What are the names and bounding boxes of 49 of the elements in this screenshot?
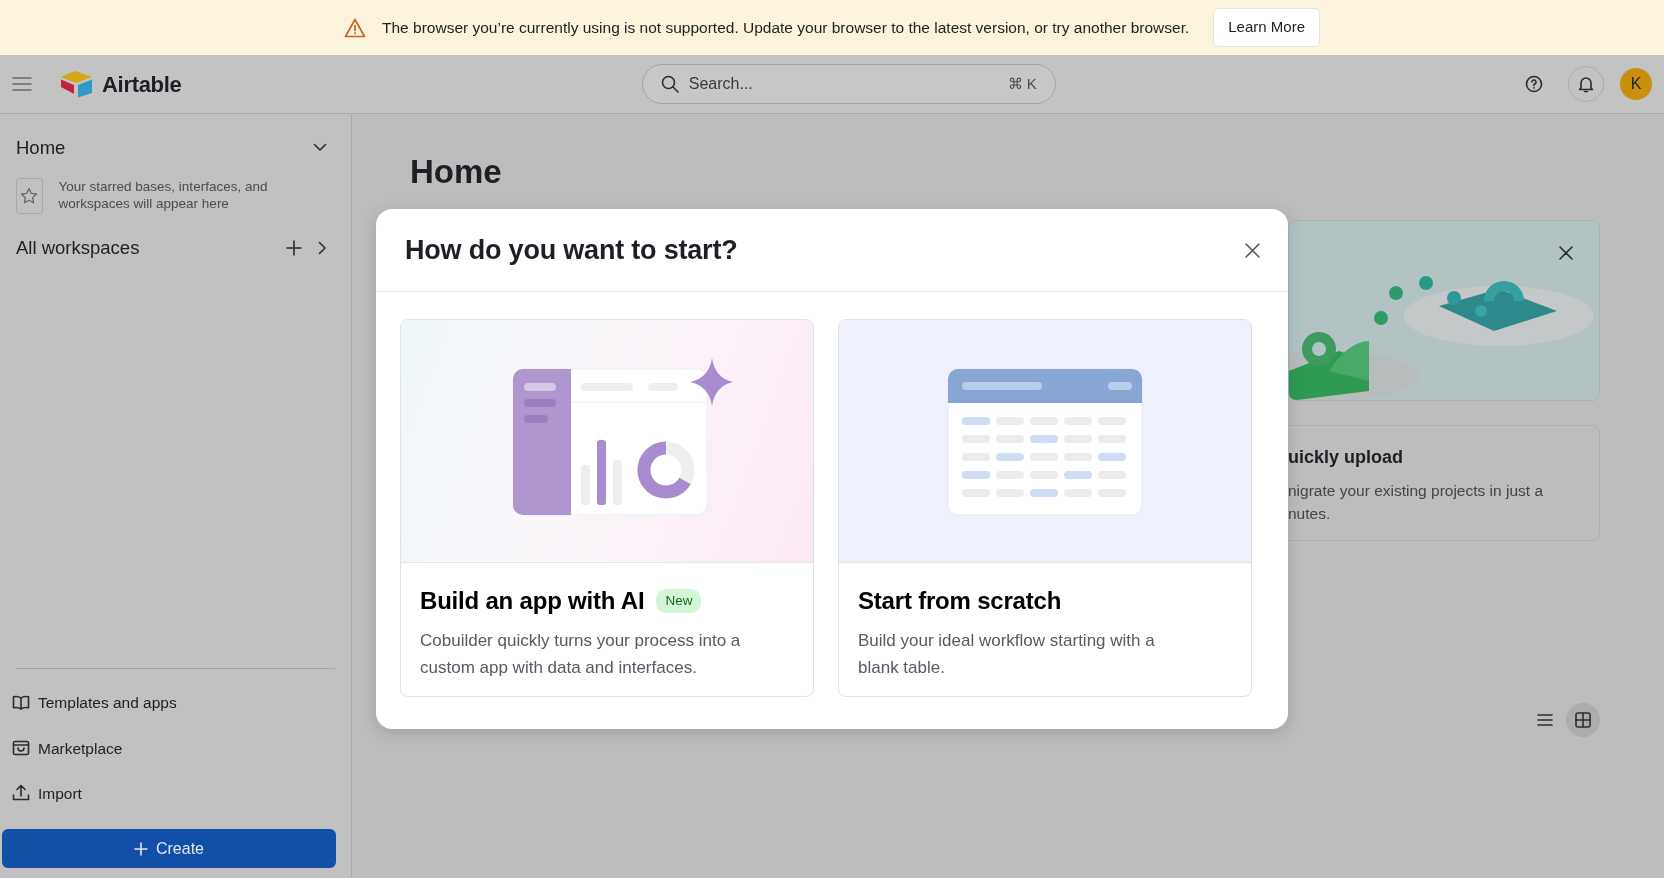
grid-icon — [1574, 711, 1592, 729]
collapse-button[interactable] — [313, 143, 327, 153]
sidebar-link[interactable]: Marketplace — [12, 730, 123, 760]
add-button[interactable] — [286, 239, 302, 256]
storefront-icon — [12, 739, 30, 758]
search-bar[interactable]: Search... ⌘ K — [641, 64, 1056, 104]
search-icon — [660, 75, 679, 93]
starred-hint: Your starred bases, interfaces, and workspaces will appear here — [58, 178, 269, 213]
banner-message: The browser you’re currently using is not supported. Update your browser to the latest version, or try another browser. — [382, 17, 1190, 38]
option-title: Build an app with AI — [420, 586, 645, 616]
create-button[interactable]: Create — [2, 829, 336, 868]
modal-title: How do you want to start? — [405, 233, 738, 267]
option-card[interactable]: Build an app with AI New Cobuilder quickly turns your process into a custom app with data and interfaces. — [400, 319, 814, 697]
close-icon — [1245, 242, 1260, 258]
promo-text: nutes. — [1288, 504, 1332, 524]
close-icon — [1559, 246, 1573, 260]
option-description: Cobuilder quickly turns your process into a custom app with data and interfaces. — [420, 630, 742, 679]
sidebar-link[interactable]: Templates and apps — [12, 691, 177, 715]
learn-more-button[interactable]: Learn More — [1213, 8, 1320, 47]
plus-icon — [134, 841, 148, 856]
section-title: All workspaces — [16, 235, 141, 260]
avatar[interactable]: K — [1620, 68, 1652, 100]
promo-title: uickly upload — [1288, 446, 1405, 469]
new-badge: New — [656, 588, 702, 614]
option-title: Start from scratch — [858, 586, 1062, 616]
hamburger-icon — [12, 76, 32, 92]
option-card[interactable]: Start from scratch Build your ideal workflow starting with a blank table. — [838, 319, 1252, 697]
plus-icon — [286, 239, 302, 256]
chevron-right-icon — [318, 240, 327, 255]
view-toggle[interactable] — [1566, 703, 1600, 737]
bell-icon — [1577, 75, 1595, 93]
list-icon — [1536, 711, 1554, 729]
logo-icon — [60, 70, 94, 98]
chevron-down-icon — [313, 143, 327, 153]
warning-icon — [344, 17, 366, 38]
brand-name: Airtable — [102, 70, 182, 99]
help-icon — [1525, 75, 1543, 93]
section-title: Home — [16, 136, 66, 160]
option-description: Build your ideal workflow starting with a blank table. — [858, 630, 1156, 679]
sidebar-link[interactable]: Import — [12, 775, 82, 805]
upload-icon — [12, 784, 30, 803]
page-title: Home — [410, 152, 503, 192]
book-icon — [12, 693, 30, 712]
shortcut-hint: ⌘ K — [1007, 73, 1037, 94]
expand-button[interactable] — [318, 240, 327, 255]
promo-text: nigrate your existing projects in just a — [1288, 481, 1545, 501]
star-icon — [20, 186, 39, 205]
search-field[interactable]: Search... — [686, 71, 1000, 97]
close-button[interactable] — [1559, 246, 1573, 260]
